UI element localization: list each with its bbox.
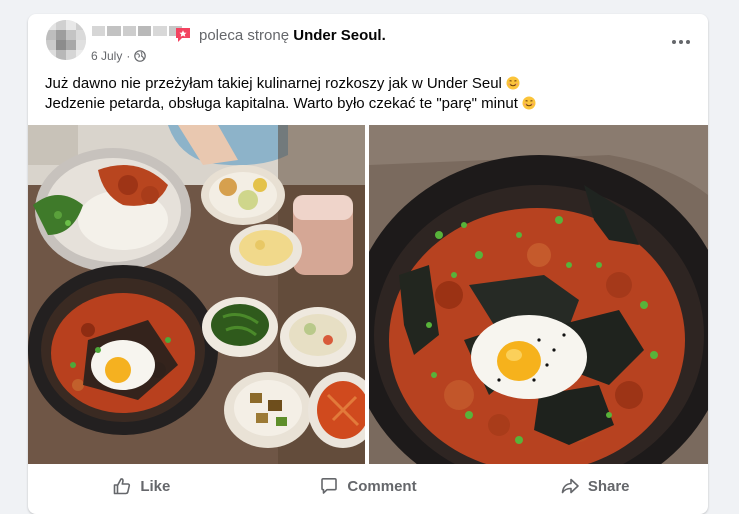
share-button[interactable]: Share (481, 469, 708, 503)
comment-button[interactable]: Comment (255, 469, 482, 503)
date-separator: · (126, 49, 131, 63)
avatar[interactable] (46, 20, 86, 60)
post-body: Już dawno nie przeżyłam takiej kulinarne… (45, 74, 695, 114)
share-label: Share (587, 477, 630, 495)
like-label: Like (140, 477, 171, 495)
page-name-link[interactable]: Under Seoul. (293, 27, 386, 44)
share-arrow-icon (561, 478, 579, 494)
author-name-blurred[interactable] (92, 26, 182, 36)
photo-grid (28, 125, 708, 464)
post-date[interactable]: 6 July (91, 49, 122, 63)
bibimbap-closeup-photo[interactable] (369, 125, 708, 464)
post-line-1: Już dawno nie przeżyłam takiej kulinarne… (45, 74, 695, 94)
comment-bubble-icon (321, 478, 338, 494)
smiling-face-icon (506, 76, 520, 90)
post-line-1-text: Już dawno nie przeżyłam takiej kulinarne… (45, 75, 502, 92)
globe-icon[interactable] (134, 50, 147, 62)
recommend-line: poleca stronę Under Seoul. (199, 27, 386, 44)
post-card: poleca stronę Under Seoul. 6 July · Już … (28, 14, 708, 514)
like-button[interactable]: Like (28, 469, 255, 503)
smiling-face-icon (522, 96, 536, 110)
recommend-icon (176, 28, 190, 42)
post-meta: 6 July · (91, 49, 147, 63)
post-header: poleca stronę Under Seoul. 6 July · (28, 14, 708, 74)
post-line-2-text: Jedzenie petarda, obsługa kapitalna. War… (45, 95, 518, 112)
more-options-icon (672, 40, 676, 44)
more-options-button[interactable] (668, 32, 694, 52)
thumbs-up-icon (114, 478, 131, 495)
comment-label: Comment (347, 477, 417, 495)
recommend-verb: poleca stronę (199, 27, 290, 44)
post-actions: Like Comment Share (28, 469, 708, 503)
restaurant-table-photo[interactable] (28, 125, 365, 464)
post-line-2: Jedzenie petarda, obsługa kapitalna. War… (45, 94, 695, 114)
